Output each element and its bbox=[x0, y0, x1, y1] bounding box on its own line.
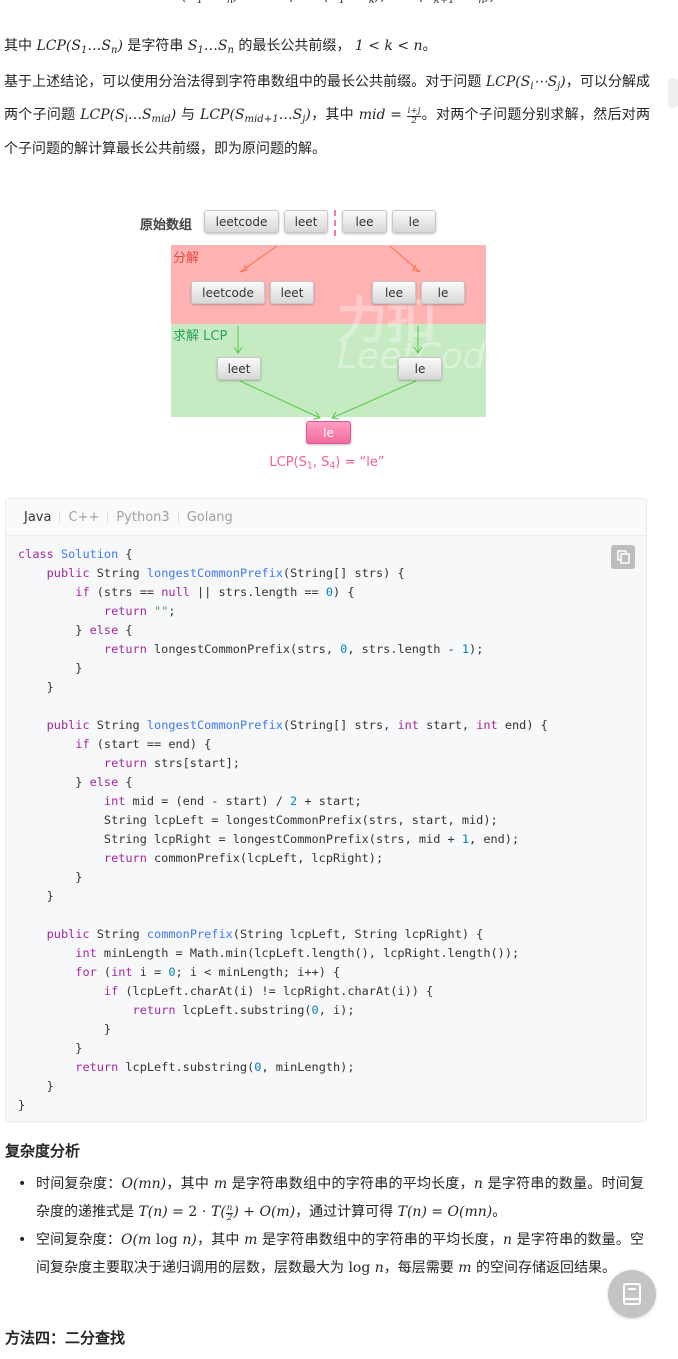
complexity-list: 时间复杂度：O(mn)，其中 m 是字符串数组中的字符串的平均长度，n 是字符串… bbox=[18, 1170, 644, 1282]
lcp-caption: LCP(S1, S4) = “le” bbox=[269, 455, 385, 472]
code-block: Java C++ Python3 Golang class Solution {… bbox=[5, 498, 647, 1122]
space-complexity-item: 空间复杂度：O(m log n)，其中 m 是字符串数组中的字符串的平均长度，n… bbox=[18, 1226, 644, 1282]
notes-fab-button[interactable] bbox=[608, 1270, 656, 1318]
diagram-arrows bbox=[233, 245, 423, 420]
decomposed-leet: leet bbox=[270, 281, 314, 304]
lcp-left-result: leet bbox=[217, 357, 261, 380]
method-four-heading: 方法四：二分查找 bbox=[5, 1329, 126, 1347]
time-complexity-item: 时间复杂度：O(mn)，其中 m 是字符串数组中的字符串的平均长度，n 是字符串… bbox=[18, 1170, 644, 1226]
book-icon bbox=[623, 1283, 641, 1305]
paragraph-divide-conquer: 基于上述结论，可以使用分治法得到字符串数组中的最长公共前缀。对于问题 LCP(S… bbox=[4, 74, 651, 157]
decomposed-leetcode: leetcode bbox=[191, 281, 265, 304]
scrollbar-thumb[interactable] bbox=[668, 78, 678, 108]
top-formula: LCP(S1…Sn) = LCP(LCP(S1…Sk), LCP(Sk+1…Sn… bbox=[152, 0, 495, 6]
paragraph-definition: 其中 LCP(S1…Sn) 是字符串 S1…Sn 的最长公共前缀， 1 < k … bbox=[4, 38, 437, 56]
complexity-heading: 复杂度分析 bbox=[5, 1142, 81, 1160]
decomposed-le: le bbox=[421, 281, 465, 304]
copy-code-button[interactable] bbox=[611, 545, 635, 569]
decomposed-lee: lee bbox=[372, 281, 416, 304]
tab-golang[interactable]: Golang bbox=[179, 510, 241, 525]
java-code: class Solution { public String longestCo… bbox=[18, 547, 548, 1112]
divide-conquer-diagram: 原始数组 leetcode leet lee le 力扣 LeetCode 分解… bbox=[132, 204, 508, 476]
formula-lcp-s1-sn: LCP(S1…Sn) bbox=[36, 38, 123, 56]
lcp-right-result: le bbox=[398, 357, 442, 380]
tab-cpp[interactable]: C++ bbox=[60, 510, 107, 525]
final-lcp-result: le bbox=[306, 421, 351, 444]
language-tabs: Java C++ Python3 Golang bbox=[6, 499, 646, 536]
copy-icon bbox=[617, 550, 630, 564]
tab-python3[interactable]: Python3 bbox=[108, 510, 177, 525]
tab-java[interactable]: Java bbox=[16, 510, 59, 525]
